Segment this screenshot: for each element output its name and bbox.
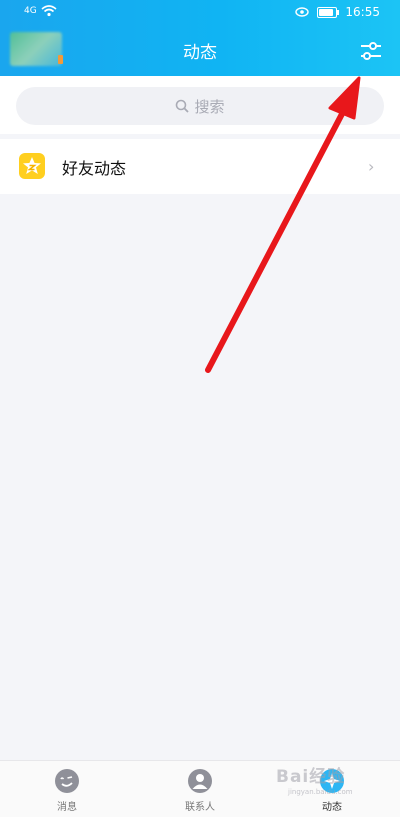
wifi-icon: [41, 5, 57, 17]
status-time: 16:55: [345, 5, 380, 19]
battery-icon: [317, 6, 340, 18]
search-input[interactable]: 搜索: [16, 87, 384, 125]
tab-label: 联系人: [185, 802, 215, 813]
list-item-label: 好友动态: [62, 159, 127, 178]
watermark-subtext: jingyan.baidu.com: [288, 788, 353, 796]
message-icon: [55, 769, 79, 793]
contacts-icon: [188, 769, 212, 793]
search-placeholder: 搜索: [194, 97, 225, 116]
chevron-right-icon: ›: [368, 157, 375, 176]
eye-comfort-icon: [295, 7, 310, 17]
tab-messages[interactable]: 消息: [27, 767, 107, 815]
filter-settings-icon[interactable]: [358, 38, 384, 64]
qzone-star-icon: [19, 153, 45, 179]
tab-contacts[interactable]: 联系人: [160, 767, 240, 815]
status-left: 4G: [24, 5, 57, 17]
search-icon: [176, 99, 190, 113]
app-header: 4G 16:55 动态: [0, 0, 400, 76]
signal-indicator: 4G: [24, 6, 37, 16]
watermark-text: Bai经验: [276, 767, 346, 787]
list-item-friend-feed[interactable]: 好友动态 ›: [0, 139, 400, 194]
status-bar: 4G 16:55: [0, 0, 400, 26]
status-right: 16:55: [295, 5, 380, 19]
baidu-watermark: Bai经验 jingyan.baidu.com: [276, 762, 386, 802]
tab-label: 消息: [57, 802, 77, 813]
search-area: 搜索: [0, 76, 400, 134]
page-title: 动态: [183, 43, 217, 63]
